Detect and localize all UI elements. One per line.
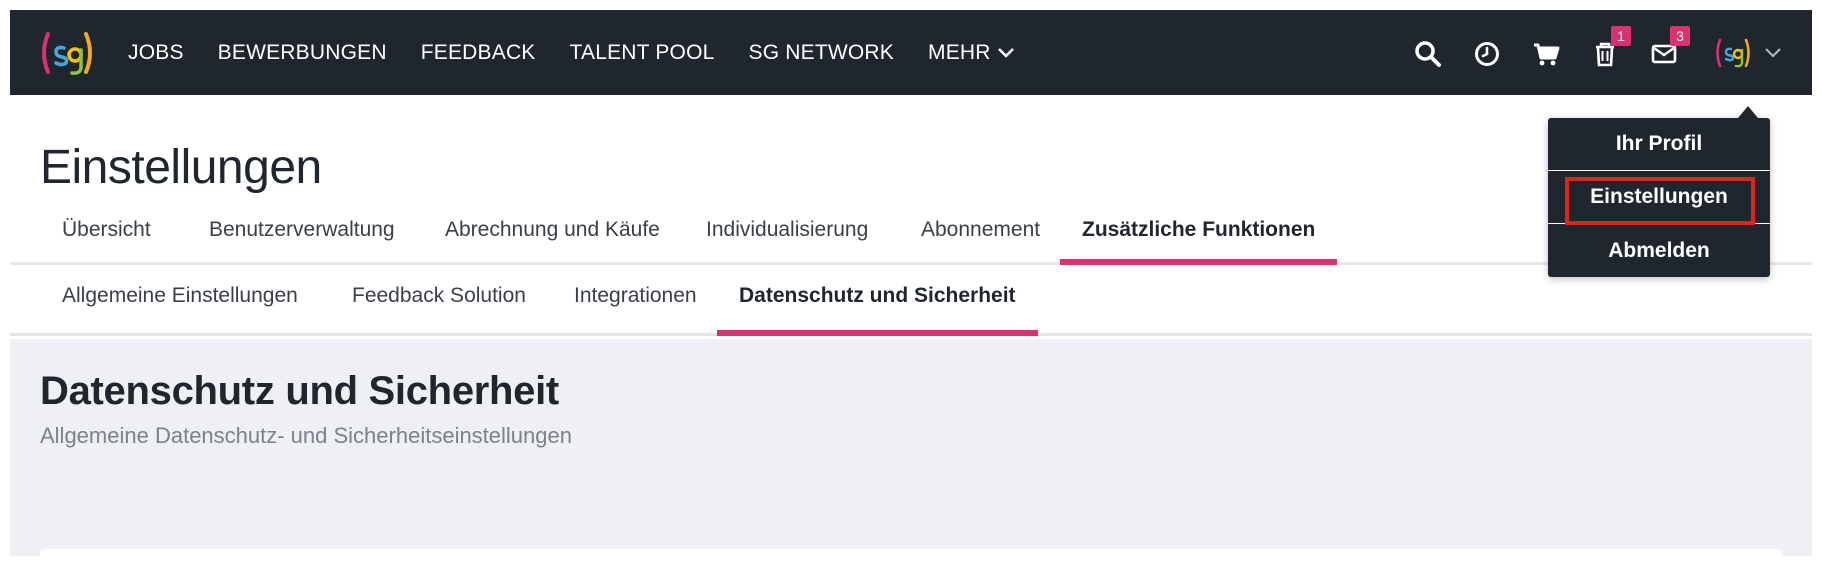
- menu-item-settings[interactable]: Einstellungen: [1548, 171, 1770, 225]
- tab-abrechnung[interactable]: Abrechnung und Käufe: [423, 210, 682, 262]
- nav-talent-pool-label: TALENT POOL: [569, 40, 715, 64]
- tab-individualisierung[interactable]: Individualisierung: [684, 210, 890, 262]
- nav-sg-network-label: SG NETWORK: [748, 40, 894, 64]
- menu-item-logout[interactable]: Abmelden: [1548, 224, 1770, 277]
- clock-icon[interactable]: [1473, 40, 1501, 68]
- settings-tabs: Übersicht Benutzerverwaltung Abrechnung …: [10, 210, 1812, 265]
- nav-talent-pool[interactable]: TALENT POOL: [570, 41, 715, 65]
- user-dropdown-menu: Ihr Profil Einstellungen Abmelden: [1548, 118, 1770, 277]
- menu-item-profile[interactable]: Ihr Profil: [1548, 118, 1770, 171]
- dropdown-caret: [1738, 106, 1758, 118]
- content-area: Datenschutz und Sicherheit Allgemeine Da…: [10, 339, 1812, 556]
- section-title: Datenschutz und Sicherheit: [40, 369, 559, 413]
- cart-icon[interactable]: [1532, 40, 1560, 68]
- mail-badge: 3: [1670, 26, 1690, 46]
- subtab-feedback-solution[interactable]: Feedback Solution: [330, 268, 548, 333]
- nav-sg-network[interactable]: SG NETWORK: [748, 41, 894, 65]
- nav-feedback[interactable]: FEEDBACK: [421, 41, 536, 65]
- avatar-logo-icon: [1716, 38, 1750, 68]
- subtab-integrationen[interactable]: Integrationen: [552, 268, 719, 333]
- main-nav: JOBS BEWERBUNGEN FEEDBACK TALENT POOL SG…: [128, 10, 1049, 95]
- tab-uebersicht[interactable]: Übersicht: [40, 210, 173, 262]
- chevron-down-icon: [1765, 48, 1781, 58]
- nav-feedback-label: FEEDBACK: [420, 40, 536, 64]
- logo-icon[interactable]: [38, 28, 96, 78]
- subtab-datenschutz[interactable]: Datenschutz und Sicherheit: [717, 268, 1038, 336]
- section-subtitle: Allgemeine Datenschutz- und Sicherheitse…: [40, 423, 572, 448]
- settings-subtabs: Allgemeine Einstellungen Feedback Soluti…: [10, 268, 1812, 336]
- user-menu-toggle[interactable]: [1714, 36, 1782, 70]
- tab-zusaetzliche-funktionen[interactable]: Zusätzliche Funktionen: [1060, 210, 1338, 265]
- nav-jobs-label: JOBS: [128, 40, 184, 64]
- search-icon[interactable]: [1414, 40, 1442, 68]
- app-window: JOBS BEWERBUNGEN FEEDBACK TALENT POOL SG…: [10, 10, 1812, 556]
- mail-button[interactable]: 3: [1650, 26, 1690, 68]
- settings-card: [40, 549, 1782, 556]
- trash-button[interactable]: 1: [1591, 26, 1631, 68]
- nav-jobs[interactable]: JOBS: [128, 41, 184, 65]
- tab-benutzerverwaltung[interactable]: Benutzerverwaltung: [187, 210, 417, 262]
- nav-bewerbungen[interactable]: BEWERBUNGEN: [218, 41, 387, 65]
- nav-bewerbungen-label: BEWERBUNGEN: [217, 40, 387, 64]
- nav-mehr-label: MEHR: [928, 40, 991, 64]
- subtab-allgemeine-einstellungen[interactable]: Allgemeine Einstellungen: [40, 268, 320, 333]
- trash-badge: 1: [1611, 26, 1631, 46]
- tab-abonnement[interactable]: Abonnement: [899, 210, 1062, 262]
- nav-mehr[interactable]: MEHR: [928, 41, 1015, 65]
- top-navbar: JOBS BEWERBUNGEN FEEDBACK TALENT POOL SG…: [10, 10, 1812, 95]
- chevron-down-icon: [997, 47, 1014, 58]
- page-title: Einstellungen: [40, 141, 322, 194]
